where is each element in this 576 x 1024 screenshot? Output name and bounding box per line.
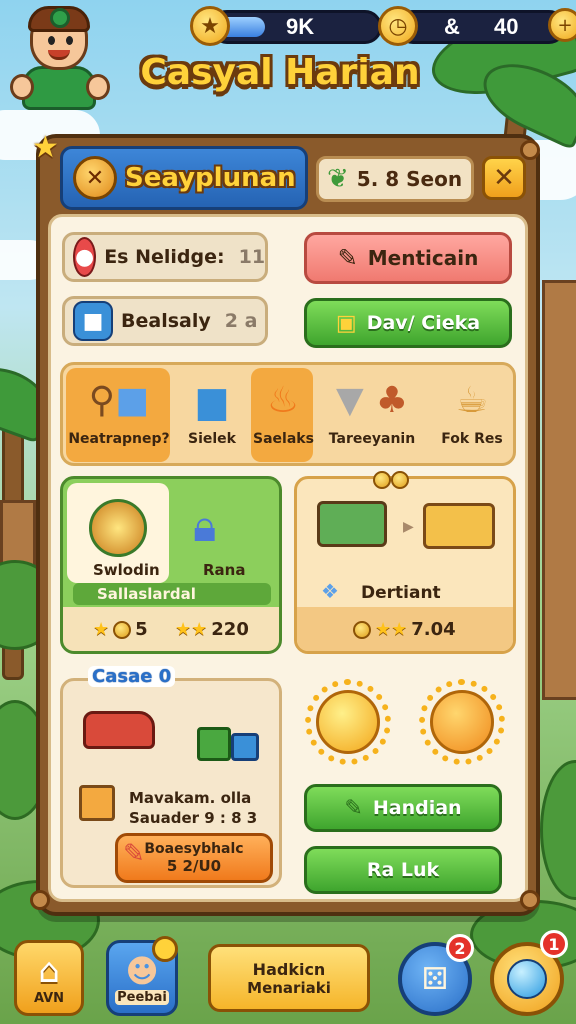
- inventory-item[interactable]: ▼ ♣ Tareeyanin: [317, 369, 427, 461]
- close-x-icon: ✕: [493, 163, 515, 193]
- sun-orb-icon[interactable]: [305, 679, 391, 765]
- house-icon: ⌂: [38, 950, 60, 991]
- quest-card[interactable]: Mavakam. olla Sauader 9 : 8 3 Boaesybhal…: [60, 678, 282, 888]
- dice-badge: 2: [446, 934, 474, 962]
- inventory-item[interactable]: ▆ Sielek: [173, 369, 251, 461]
- home-label: AVN: [33, 990, 65, 1006]
- flame-icon: ♨: [266, 379, 300, 421]
- mug-icon: ☕: [455, 379, 489, 421]
- panel-bolt-icon: [520, 140, 540, 160]
- season-label: 5. 8 Seon: [356, 167, 463, 191]
- sun-face-icon[interactable]: [419, 679, 505, 765]
- center-action-line-1: Hadkicn: [252, 959, 326, 979]
- card-green-stars: ★★ 220: [175, 619, 249, 640]
- reward-card-orange[interactable]: ▶ ❖ Dertiant ★★ 7.04: [294, 471, 516, 654]
- ra-luk-button[interactable]: Ra Luk: [304, 846, 502, 894]
- inventory-item[interactable]: ⚲ ■ Neatrapnep?: [67, 369, 171, 461]
- energy-value: 9K: [286, 14, 315, 39]
- face-icon: ☻: [125, 951, 159, 990]
- leaf-icon: ❦: [327, 164, 349, 194]
- resource-item-2[interactable]: ■ Bealsaly 2 a: [62, 296, 268, 346]
- brush-icon: ✎: [337, 244, 358, 272]
- padlock-icon: 🔒︎: [193, 501, 217, 552]
- orb-badge: 1: [540, 930, 568, 958]
- resource-item-1-count: 11: [238, 246, 266, 268]
- resource-item-1[interactable]: ● Es Nelidge: 11: [62, 232, 268, 282]
- clock-coin-icon: ◷: [378, 6, 418, 46]
- resource-item-2-label: Bealsaly: [121, 310, 211, 332]
- season-indicator: ❦ 5. 8 Seon: [316, 156, 474, 202]
- crate-icon: [423, 503, 495, 549]
- gold-coins-icon: [373, 471, 409, 493]
- card-green-bar-label: Sallaslardal: [97, 585, 196, 603]
- card-orange-title: Dertiant: [361, 583, 441, 603]
- resource-item-1-label: Es Nelidge:: [104, 246, 225, 268]
- handian-button[interactable]: ✎ Handian: [304, 784, 502, 832]
- gift-box-icon: ▣: [335, 310, 357, 336]
- coin-stack-icon: [113, 620, 132, 639]
- multiplier-label: &: [444, 14, 460, 39]
- cone-icon: ▼: [336, 379, 364, 421]
- profile-badge: [152, 936, 178, 962]
- card-green-coins: ★ 5: [93, 619, 148, 640]
- quest-line-1: Mavakam. olla: [129, 789, 252, 807]
- add-currency-icon[interactable]: +: [548, 8, 576, 42]
- menticain-button[interactable]: ✎ Menticain: [304, 232, 512, 284]
- bubble-orb-icon: [507, 959, 547, 999]
- paint-cans-icon: [197, 721, 261, 761]
- quest-claim-line-1: Boaesybhalc: [144, 841, 244, 857]
- game-title: Casyal Harian: [140, 52, 420, 93]
- star-corner-icon: ★: [32, 130, 59, 165]
- inventory-strip: ⚲ ■ Neatrapnep? ▆ Sielek ♨ Saelaks ▼ ♣ Tar…: [60, 362, 516, 466]
- crossed-tools-icon: ✕: [73, 156, 117, 200]
- profile-label: Peebai: [115, 989, 169, 1005]
- card-orange-value: ★★ 7.04: [353, 619, 456, 640]
- panel-bolt-icon: [520, 890, 540, 910]
- card-green-right-label: Rana: [203, 561, 246, 579]
- quest-line-2: Sauader 9 : 8 3: [129, 809, 258, 827]
- quest-card-tag: Casae 0: [88, 666, 176, 687]
- seed-box-icon: [79, 785, 115, 821]
- card-green-left-label: Swlodin: [93, 561, 160, 579]
- quest-claim-line-2: 5 2/U0: [166, 857, 222, 875]
- coin-stack-icon: [353, 620, 371, 639]
- inventory-item[interactable]: ♨ Saelaks: [253, 369, 314, 461]
- header-title: Seayplunan: [125, 163, 296, 193]
- center-action-line-2: Menariaki: [247, 978, 331, 997]
- brush-icon: ✎: [344, 795, 363, 821]
- menticain-label: Menticain: [367, 246, 479, 270]
- workbench-icon: [317, 501, 387, 547]
- center-action-button[interactable]: Hadkicn Menariaki: [208, 944, 370, 1012]
- home-button[interactable]: ⌂ AVN: [14, 940, 84, 1016]
- blue-tub-icon: ▆: [198, 379, 226, 421]
- dav-cieka-label: Dav/ Cieka: [366, 312, 481, 334]
- resource-item-2-count: 2 a: [224, 310, 258, 332]
- dice-icon: ⚄: [421, 961, 449, 997]
- star-icon: ★: [93, 619, 110, 640]
- coins-value: 40: [494, 14, 519, 39]
- star-icon: ★: [190, 6, 230, 46]
- blue-box-icon: ■: [73, 301, 113, 341]
- dav-cieka-button[interactable]: ▣ Dav/ Cieka: [304, 298, 512, 348]
- arrow-right-icon: ▶: [403, 519, 414, 535]
- handian-label: Handian: [372, 797, 462, 819]
- coins-bar: [396, 10, 566, 44]
- brush-icon: ✎: [123, 839, 145, 869]
- ra-luk-label: Ra Luk: [366, 859, 440, 881]
- wings-icon: ❖: [321, 579, 339, 603]
- panel-bolt-icon: [30, 890, 50, 910]
- player-avatar[interactable]: [8, 4, 110, 112]
- reward-card-green[interactable]: 🔒︎ Swlodin Rana Sallaslardal ★ 5 ★★ 220: [60, 476, 282, 654]
- close-button[interactable]: ✕: [482, 156, 526, 200]
- paint-bowl-icon: ●: [73, 237, 97, 277]
- star-icon: ★★: [375, 619, 408, 640]
- inventory-item[interactable]: ☕ Fok Res: [429, 369, 515, 461]
- star-icon: ★★: [175, 619, 208, 640]
- telescope-icon: ⚲ ■: [88, 379, 150, 421]
- truck-icon: [83, 711, 155, 749]
- compass-badge-icon: [89, 499, 147, 557]
- tab-header[interactable]: ✕ Seayplunan: [60, 146, 308, 210]
- potted-plant-icon: ♣: [375, 379, 408, 421]
